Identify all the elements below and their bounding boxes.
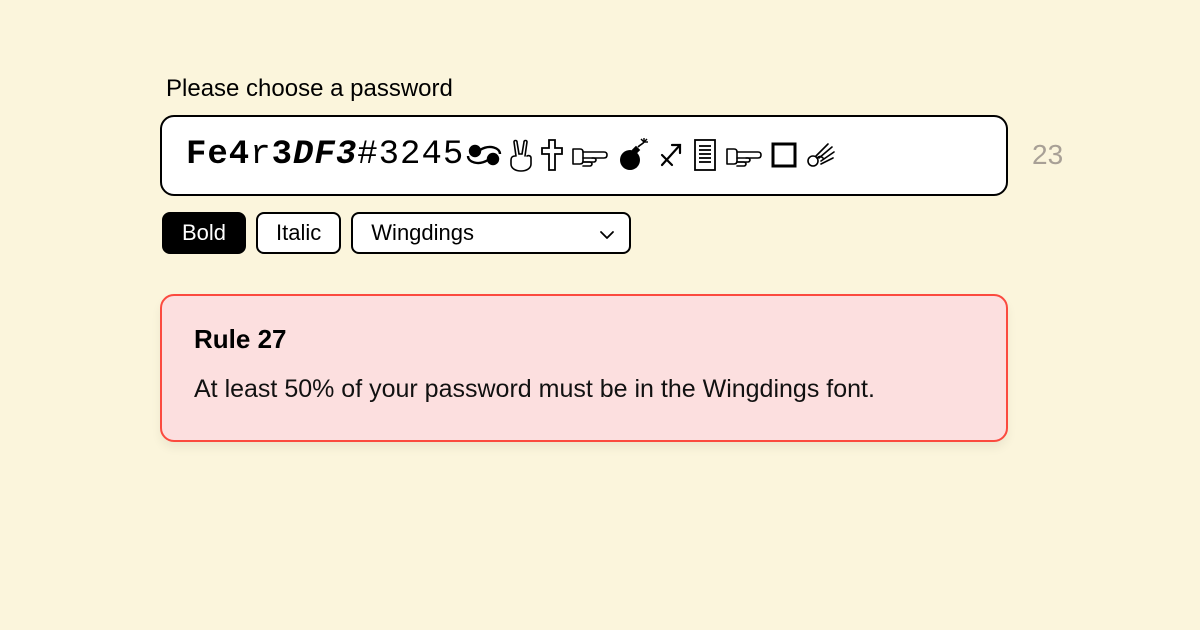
formatting-toolbar: Bold Italic Wingdings (160, 212, 1040, 254)
password-seg-4: DF3 (293, 135, 357, 176)
peace-hand-icon (508, 138, 534, 172)
latin-cross-icon (540, 138, 564, 172)
rule-card: Rule 27 At least 50% of your password mu… (160, 294, 1008, 443)
password-content: Fe4r3DF3#3245 (186, 135, 838, 176)
bold-button[interactable]: Bold (162, 212, 246, 254)
rule-text: At least 50% of your password must be in… (194, 371, 974, 409)
square-icon (770, 141, 798, 169)
document-lines-icon (692, 138, 718, 172)
password-seg-5: #3245 (357, 135, 464, 176)
pointing-hand-right-icon (570, 141, 610, 169)
password-label: Please choose a password (160, 75, 1040, 103)
rule-title: Rule 27 (194, 324, 974, 355)
font-select-value: Wingdings (371, 220, 474, 246)
password-seg-1: Fe4 (186, 135, 250, 176)
password-seg-2: r (250, 135, 271, 176)
sagittarius-arrow-icon (656, 139, 686, 171)
password-input-row: Fe4r3DF3#3245 (160, 115, 1040, 196)
bomb-icon (616, 138, 650, 172)
character-count: 23 (1032, 139, 1063, 171)
italic-button[interactable]: Italic (256, 212, 341, 254)
chevron-down-icon (599, 220, 615, 246)
password-wingdings (466, 138, 838, 172)
password-seg-3: 3 (272, 135, 293, 176)
password-input[interactable]: Fe4r3DF3#3245 (160, 115, 1008, 196)
cancer-zodiac-icon (466, 140, 502, 170)
ok-hand-icon (804, 139, 838, 171)
pointing-hand-right-icon (724, 141, 764, 169)
font-select[interactable]: Wingdings (351, 212, 631, 254)
